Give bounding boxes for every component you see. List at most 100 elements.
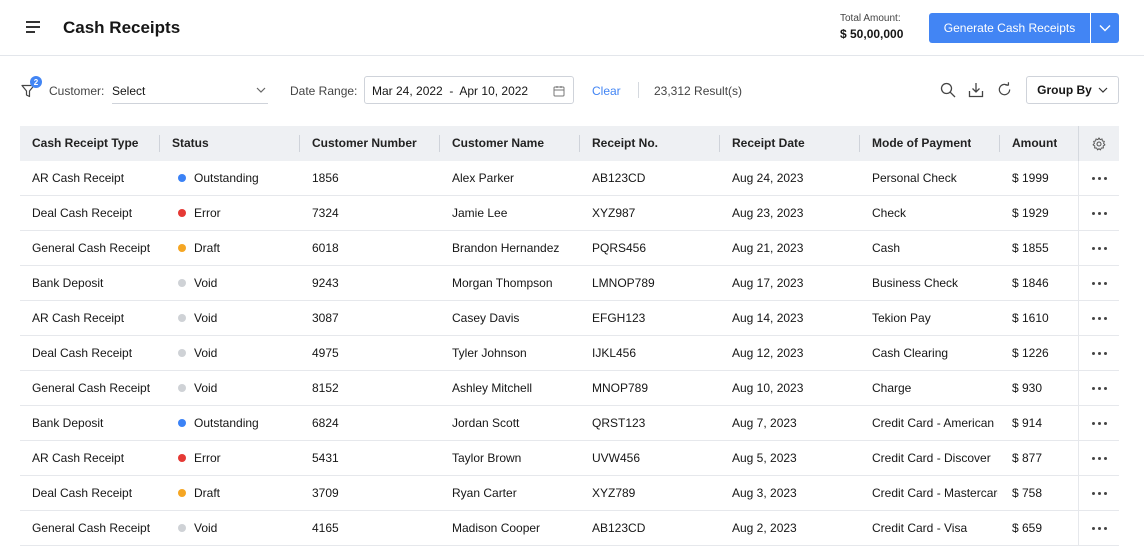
customer-select[interactable]: Select	[112, 78, 268, 104]
clear-filters-link[interactable]: Clear	[592, 84, 621, 98]
cell-cash-receipt-type: Bank Deposit	[32, 416, 104, 430]
cell-customer-name: Tyler Johnson	[452, 346, 527, 360]
more-dot-icon	[1103, 247, 1107, 250]
status-dot-icon	[178, 453, 186, 462]
cell-amount: $ 1226	[1012, 346, 1049, 360]
more-dot-icon	[1091, 387, 1095, 390]
status-label: Outstanding	[194, 171, 259, 185]
table-row[interactable]: AR Cash Receipt Error 5431 Taylor Brown UVW4…	[20, 441, 1119, 476]
row-actions-button[interactable]	[1078, 336, 1119, 371]
cell-status: Draft	[178, 476, 296, 511]
cell-mode-of-payment: Business Check	[872, 276, 959, 290]
more-dot-icon	[1091, 177, 1095, 180]
cell-status: Outstanding	[178, 406, 296, 441]
toolbar-divider	[638, 82, 639, 98]
row-actions-button[interactable]	[1078, 441, 1119, 476]
cell-receipt-no: LMNOP789	[592, 276, 655, 290]
row-actions-button[interactable]	[1078, 196, 1119, 231]
column-header-status[interactable]: Status	[172, 126, 209, 161]
cell-receipt-no: AB123CD	[592, 521, 646, 535]
column-header-amount[interactable]: Amount	[1012, 126, 1057, 161]
cell-customer-name: Madison Cooper	[452, 521, 541, 535]
more-dot-icon	[1091, 352, 1095, 355]
cell-customer-name: Casey Davis	[452, 311, 520, 325]
column-header-customer-number[interactable]: Customer Number	[312, 126, 417, 161]
cell-customer-name: Morgan Thompson	[452, 276, 553, 290]
search-icon[interactable]	[940, 82, 956, 98]
cell-customer-name: Alex Parker	[452, 171, 515, 185]
cell-customer-number: 1856	[312, 171, 339, 185]
cell-status: Void	[178, 371, 296, 406]
cell-status: Void	[178, 336, 296, 371]
table-row[interactable]: General Cash Receipt Void 4165 Madison Coop…	[20, 511, 1119, 546]
table-row[interactable]: General Cash Receipt Void 8152 Ashley Mitch…	[20, 371, 1119, 406]
status-label: Void	[194, 381, 218, 395]
table-body: AR Cash Receipt Outstanding 1856 Alex Parke…	[20, 161, 1119, 546]
more-dot-icon	[1091, 422, 1095, 425]
cell-customer-number: 8152	[312, 381, 339, 395]
cell-cash-receipt-type: AR Cash Receipt	[32, 451, 125, 465]
menu-icon[interactable]	[26, 21, 40, 33]
column-settings-button[interactable]	[1078, 126, 1119, 161]
row-actions-button[interactable]	[1078, 511, 1119, 546]
table-row[interactable]: Deal Cash Receipt Void 4975 Tyler Johnson IJ…	[20, 336, 1119, 371]
column-header-customer-name[interactable]: Customer Name	[452, 126, 544, 161]
status-dot-icon	[178, 278, 186, 287]
cell-cash-receipt-type: General Cash Receipt	[32, 521, 151, 535]
column-header-cash-receipt-type[interactable]: Cash Receipt Type	[32, 126, 138, 161]
table-row[interactable]: General Cash Receipt Draft 6018 Brandon Her…	[20, 231, 1119, 266]
more-dot-icon	[1097, 527, 1101, 530]
column-divider	[859, 135, 860, 152]
cell-receipt-date: Aug 5, 2023	[732, 451, 797, 465]
status-label: Error	[194, 206, 221, 220]
generate-options-button[interactable]	[1091, 13, 1119, 43]
cell-customer-number: 9243	[312, 276, 339, 290]
cell-receipt-date: Aug 21, 2023	[732, 241, 804, 255]
cell-cash-receipt-type: AR Cash Receipt	[32, 171, 125, 185]
row-actions-button[interactable]	[1078, 231, 1119, 266]
more-dot-icon	[1091, 247, 1095, 250]
chevron-down-icon	[256, 87, 266, 93]
chevron-down-icon	[1099, 25, 1111, 32]
group-by-button[interactable]: Group By	[1026, 76, 1119, 104]
cell-receipt-no: UVW456	[592, 451, 641, 465]
more-dot-icon	[1097, 422, 1101, 425]
cell-receipt-date: Aug 10, 2023	[732, 381, 804, 395]
table-row[interactable]: AR Cash Receipt Outstanding 1856 Alex Parke…	[20, 161, 1119, 196]
cell-cash-receipt-type: Deal Cash Receipt	[32, 486, 133, 500]
column-header-receipt-date[interactable]: Receipt Date	[732, 126, 805, 161]
table-row[interactable]: Deal Cash Receipt Draft 3709 Ryan Carter XYZ…	[20, 476, 1119, 511]
filter-toolbar: 2 Customer: Select Date Range: Mar 24, 2…	[0, 70, 1144, 110]
cell-customer-number: 3709	[312, 486, 339, 500]
row-actions-button[interactable]	[1078, 161, 1119, 196]
more-dot-icon	[1103, 492, 1107, 495]
column-header-receipt-no[interactable]: Receipt No.	[592, 126, 658, 161]
cell-customer-number: 5431	[312, 451, 339, 465]
table-row[interactable]: Bank Deposit Void 9243 Morgan Thompson LMNOP…	[20, 266, 1119, 301]
row-actions-button[interactable]	[1078, 301, 1119, 336]
table-row[interactable]: Bank Deposit Outstanding 6824 Jordan Scott Q…	[20, 406, 1119, 441]
download-icon[interactable]	[968, 82, 984, 98]
generate-cash-receipts-button[interactable]: Generate Cash Receipts	[929, 13, 1090, 43]
calendar-icon	[553, 86, 565, 97]
cash-receipts-table: Cash Receipt Type Status Customer Number…	[20, 126, 1119, 546]
cell-customer-number: 6018	[312, 241, 339, 255]
date-range-value: Mar 24, 2022 - Apr 10, 2022	[372, 84, 529, 98]
more-dot-icon	[1103, 422, 1107, 425]
row-actions-button[interactable]	[1078, 266, 1119, 301]
table-row[interactable]: AR Cash Receipt Void 3087 Casey Davis EFGH12…	[20, 301, 1119, 336]
cell-customer-number: 4975	[312, 346, 339, 360]
row-actions-button[interactable]	[1078, 476, 1119, 511]
table-row[interactable]: Deal Cash Receipt Error 7324 Jamie Lee XYZ98…	[20, 196, 1119, 231]
cell-receipt-no: XYZ987	[592, 206, 636, 220]
row-actions-button[interactable]	[1078, 406, 1119, 441]
refresh-icon[interactable]	[997, 82, 1012, 97]
column-divider	[299, 135, 300, 152]
status-dot-icon	[178, 488, 186, 497]
column-divider	[159, 135, 160, 152]
column-header-mode-of-payment[interactable]: Mode of Payment	[872, 126, 971, 161]
date-range-picker[interactable]: Mar 24, 2022 - Apr 10, 2022	[364, 76, 574, 104]
more-dot-icon	[1103, 177, 1107, 180]
status-dot-icon	[178, 348, 186, 357]
row-actions-button[interactable]	[1078, 371, 1119, 406]
